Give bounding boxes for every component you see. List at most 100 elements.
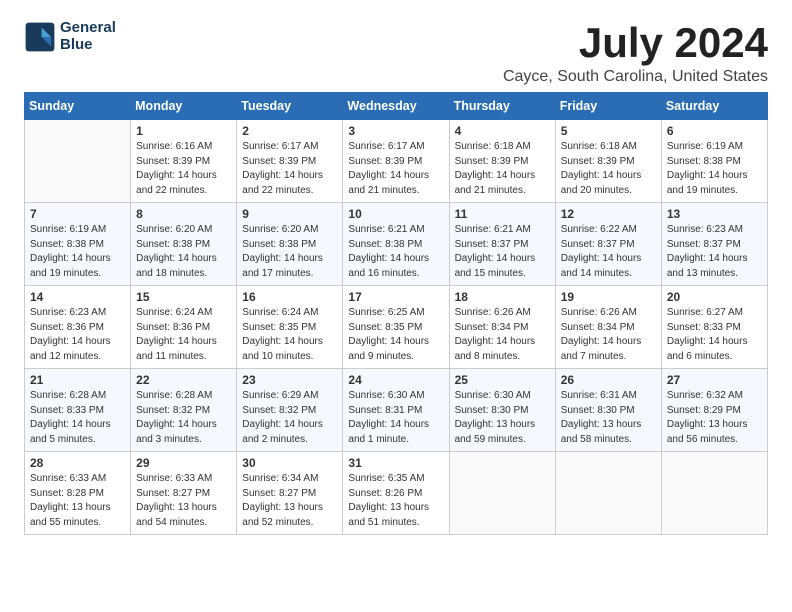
day-number: 28 bbox=[30, 456, 125, 470]
day-info: Sunrise: 6:35 AM Sunset: 8:26 PM Dayligh… bbox=[348, 472, 443, 530]
calendar-cell: 30Sunrise: 6:34 AM Sunset: 8:27 PM Dayli… bbox=[237, 452, 343, 535]
calendar-cell: 11 Sunrise: 6:21 AM Sunset: 8:37 PM Dayli… bbox=[449, 203, 555, 286]
logo-text-line2: Blue bbox=[60, 37, 116, 54]
calendar-cell: 19 Sunrise: 6:26 AM Sunset: 8:34 PM Dayli… bbox=[555, 286, 661, 369]
calendar-cell: 17 Sunrise: 6:25 AM Sunset: 8:35 PM Dayli… bbox=[343, 286, 449, 369]
day-number: 22 bbox=[136, 373, 231, 387]
day-number: 8 bbox=[136, 207, 231, 221]
day-info: Sunrise: 6:30 AM Sunset: 8:30 PM Dayligh… bbox=[455, 389, 550, 447]
calendar-cell: 1 Sunrise: 6:16 AM Sunset: 8:39 PM Daylig… bbox=[131, 120, 237, 203]
day-info: Sunrise: 6:18 AM Sunset: 8:39 PM Dayligh… bbox=[455, 140, 550, 198]
logo-icon bbox=[24, 21, 56, 53]
calendar-cell: 5 Sunrise: 6:18 AM Sunset: 8:39 PM Daylig… bbox=[555, 120, 661, 203]
calendar-cell: 26 Sunrise: 6:31 AM Sunset: 8:30 PM Dayli… bbox=[555, 369, 661, 452]
day-info: Sunrise: 6:20 AM Sunset: 8:38 PM Dayligh… bbox=[242, 223, 337, 281]
day-number: 20 bbox=[667, 290, 762, 304]
calendar-cell: 10 Sunrise: 6:21 AM Sunset: 8:38 PM Dayli… bbox=[343, 203, 449, 286]
calendar-cell bbox=[449, 452, 555, 535]
day-number: 29 bbox=[136, 456, 231, 470]
day-info: Sunrise: 6:20 AM Sunset: 8:38 PM Dayligh… bbox=[136, 223, 231, 281]
calendar-cell bbox=[661, 452, 767, 535]
day-info: Sunrise: 6:18 AM Sunset: 8:39 PM Dayligh… bbox=[561, 140, 656, 198]
weekday-header-cell: Sunday bbox=[25, 93, 131, 120]
day-number: 10 bbox=[348, 207, 443, 221]
day-number: 3 bbox=[348, 124, 443, 138]
day-info: Sunrise: 6:25 AM Sunset: 8:35 PM Dayligh… bbox=[348, 306, 443, 364]
calendar-cell: 3Sunrise: 6:17 AM Sunset: 8:39 PM Daylig… bbox=[343, 120, 449, 203]
day-number: 11 bbox=[455, 207, 550, 221]
calendar-cell: 16Sunrise: 6:24 AM Sunset: 8:35 PM Dayli… bbox=[237, 286, 343, 369]
day-info: Sunrise: 6:34 AM Sunset: 8:27 PM Dayligh… bbox=[242, 472, 337, 530]
day-number: 19 bbox=[561, 290, 656, 304]
day-info: Sunrise: 6:19 AM Sunset: 8:38 PM Dayligh… bbox=[667, 140, 762, 198]
calendar-cell: 22 Sunrise: 6:28 AM Sunset: 8:32 PM Dayli… bbox=[131, 369, 237, 452]
day-number: 6 bbox=[667, 124, 762, 138]
calendar-week-row: 1 Sunrise: 6:16 AM Sunset: 8:39 PM Daylig… bbox=[25, 120, 768, 203]
calendar-cell: 4Sunrise: 6:18 AM Sunset: 8:39 PM Daylig… bbox=[449, 120, 555, 203]
calendar-cell: 29Sunrise: 6:33 AM Sunset: 8:27 PM Dayli… bbox=[131, 452, 237, 535]
weekday-header-row: SundayMondayTuesdayWednesdayThursdayFrid… bbox=[25, 93, 768, 120]
calendar-cell: 7 Sunrise: 6:19 AM Sunset: 8:38 PM Daylig… bbox=[25, 203, 131, 286]
calendar-cell: 28 Sunrise: 6:33 AM Sunset: 8:28 PM Dayli… bbox=[25, 452, 131, 535]
calendar-cell: 23 Sunrise: 6:29 AM Sunset: 8:32 PM Dayli… bbox=[237, 369, 343, 452]
calendar-cell: 13 Sunrise: 6:23 AM Sunset: 8:37 PM Dayli… bbox=[661, 203, 767, 286]
day-number: 18 bbox=[455, 290, 550, 304]
day-number: 26 bbox=[561, 373, 656, 387]
calendar-cell: 12Sunrise: 6:22 AM Sunset: 8:37 PM Dayli… bbox=[555, 203, 661, 286]
weekday-header-cell: Wednesday bbox=[343, 93, 449, 120]
day-number: 24 bbox=[348, 373, 443, 387]
day-number: 21 bbox=[30, 373, 125, 387]
day-info: Sunrise: 6:23 AM Sunset: 8:36 PM Dayligh… bbox=[30, 306, 125, 364]
day-number: 17 bbox=[348, 290, 443, 304]
day-number: 16 bbox=[242, 290, 337, 304]
calendar-cell: 20 Sunrise: 6:27 AM Sunset: 8:33 PM Dayli… bbox=[661, 286, 767, 369]
month-title: July 2024 bbox=[503, 20, 768, 66]
day-info: Sunrise: 6:28 AM Sunset: 8:32 PM Dayligh… bbox=[136, 389, 231, 447]
page-header: General Blue July 2024 Cayce, South Caro… bbox=[24, 20, 768, 86]
day-info: Sunrise: 6:21 AM Sunset: 8:37 PM Dayligh… bbox=[455, 223, 550, 281]
day-number: 27 bbox=[667, 373, 762, 387]
calendar-cell bbox=[25, 120, 131, 203]
day-info: Sunrise: 6:31 AM Sunset: 8:30 PM Dayligh… bbox=[561, 389, 656, 447]
day-info: Sunrise: 6:33 AM Sunset: 8:28 PM Dayligh… bbox=[30, 472, 125, 530]
day-info: Sunrise: 6:22 AM Sunset: 8:37 PM Dayligh… bbox=[561, 223, 656, 281]
weekday-header-cell: Thursday bbox=[449, 93, 555, 120]
logo: General Blue bbox=[24, 20, 116, 53]
calendar-cell: 31Sunrise: 6:35 AM Sunset: 8:26 PM Dayli… bbox=[343, 452, 449, 535]
day-info: Sunrise: 6:16 AM Sunset: 8:39 PM Dayligh… bbox=[136, 140, 231, 198]
calendar-cell: 27 Sunrise: 6:32 AM Sunset: 8:29 PM Dayli… bbox=[661, 369, 767, 452]
day-info: Sunrise: 6:27 AM Sunset: 8:33 PM Dayligh… bbox=[667, 306, 762, 364]
day-info: Sunrise: 6:19 AM Sunset: 8:38 PM Dayligh… bbox=[30, 223, 125, 281]
day-number: 7 bbox=[30, 207, 125, 221]
day-number: 9 bbox=[242, 207, 337, 221]
day-info: Sunrise: 6:21 AM Sunset: 8:38 PM Dayligh… bbox=[348, 223, 443, 281]
weekday-header-cell: Tuesday bbox=[237, 93, 343, 120]
day-info: Sunrise: 6:29 AM Sunset: 8:32 PM Dayligh… bbox=[242, 389, 337, 447]
day-info: Sunrise: 6:23 AM Sunset: 8:37 PM Dayligh… bbox=[667, 223, 762, 281]
day-info: Sunrise: 6:32 AM Sunset: 8:29 PM Dayligh… bbox=[667, 389, 762, 447]
calendar-cell: 9 Sunrise: 6:20 AM Sunset: 8:38 PM Daylig… bbox=[237, 203, 343, 286]
calendar-cell: 14 Sunrise: 6:23 AM Sunset: 8:36 PM Dayli… bbox=[25, 286, 131, 369]
calendar-cell bbox=[555, 452, 661, 535]
day-number: 14 bbox=[30, 290, 125, 304]
day-number: 13 bbox=[667, 207, 762, 221]
day-info: Sunrise: 6:26 AM Sunset: 8:34 PM Dayligh… bbox=[561, 306, 656, 364]
day-number: 1 bbox=[136, 124, 231, 138]
calendar-cell: 25Sunrise: 6:30 AM Sunset: 8:30 PM Dayli… bbox=[449, 369, 555, 452]
day-number: 15 bbox=[136, 290, 231, 304]
calendar-table: SundayMondayTuesdayWednesdayThursdayFrid… bbox=[24, 92, 768, 535]
day-info: Sunrise: 6:30 AM Sunset: 8:31 PM Dayligh… bbox=[348, 389, 443, 447]
calendar-body: 1 Sunrise: 6:16 AM Sunset: 8:39 PM Daylig… bbox=[25, 120, 768, 535]
day-number: 5 bbox=[561, 124, 656, 138]
calendar-cell: 21Sunrise: 6:28 AM Sunset: 8:33 PM Dayli… bbox=[25, 369, 131, 452]
calendar-cell: 24 Sunrise: 6:30 AM Sunset: 8:31 PM Dayli… bbox=[343, 369, 449, 452]
day-number: 23 bbox=[242, 373, 337, 387]
day-info: Sunrise: 6:24 AM Sunset: 8:36 PM Dayligh… bbox=[136, 306, 231, 364]
day-info: Sunrise: 6:17 AM Sunset: 8:39 PM Dayligh… bbox=[242, 140, 337, 198]
calendar-cell: 18 Sunrise: 6:26 AM Sunset: 8:34 PM Dayli… bbox=[449, 286, 555, 369]
day-info: Sunrise: 6:26 AM Sunset: 8:34 PM Dayligh… bbox=[455, 306, 550, 364]
weekday-header-cell: Saturday bbox=[661, 93, 767, 120]
calendar-cell: 8 Sunrise: 6:20 AM Sunset: 8:38 PM Daylig… bbox=[131, 203, 237, 286]
calendar-cell: 15 Sunrise: 6:24 AM Sunset: 8:36 PM Dayli… bbox=[131, 286, 237, 369]
weekday-header-cell: Monday bbox=[131, 93, 237, 120]
